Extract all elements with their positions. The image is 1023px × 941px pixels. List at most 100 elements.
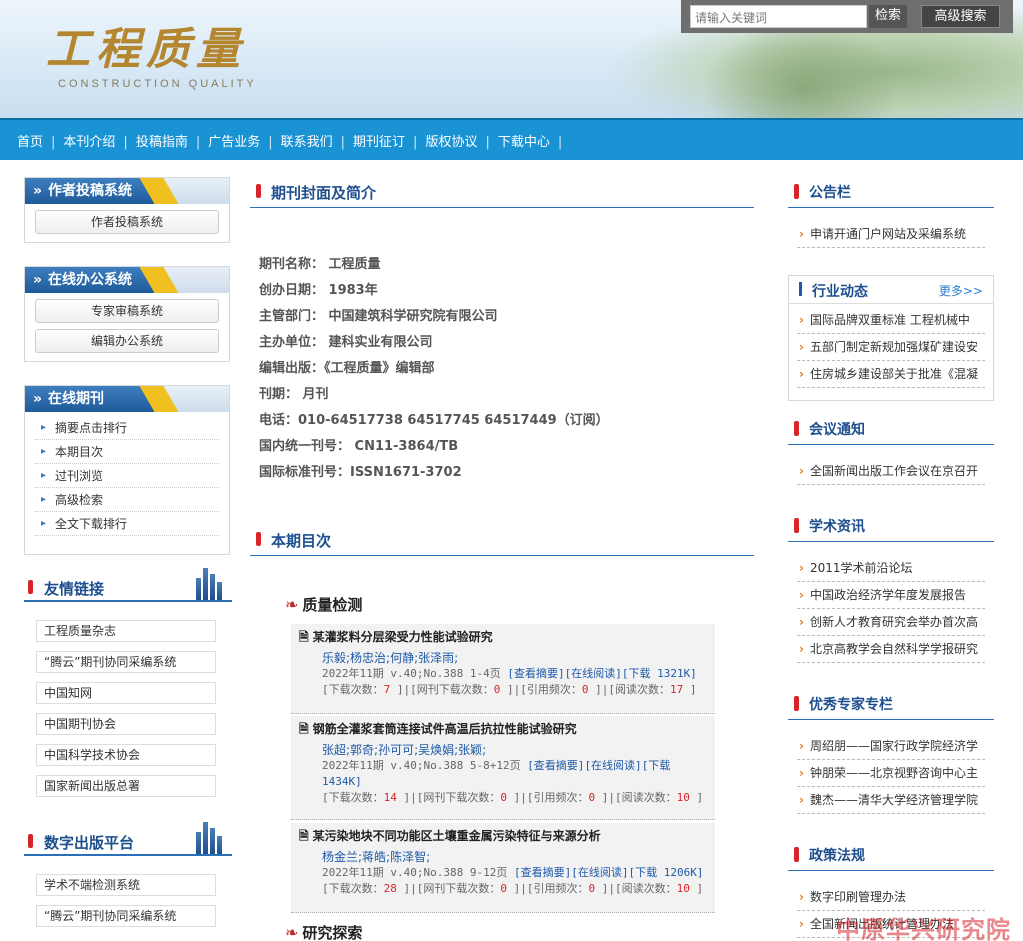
industry-news-item[interactable]: 住房城乡建设部关于批准《混凝 (797, 361, 985, 388)
meeting-item[interactable]: 全国新闻出版工作会议在京召开 (797, 458, 985, 485)
logo-chinese: 工程质量 (46, 24, 246, 75)
article-meta: 2022年11期 v.40;No.388 1-4页 [查看摘要][在线阅读][下… (322, 667, 697, 696)
expert-item[interactable]: 周绍朋——国家行政学院经济学 (797, 733, 985, 760)
link-item[interactable]: 国家新闻出版总署 (36, 775, 216, 797)
main-nav: 首页 | 本刊介绍 | 投稿指南 | 广告业务 | 联系我们 | 期刊征订 | 版权协议 | … (0, 118, 1023, 160)
nav-item-ads[interactable]: 广告业务 | (208, 131, 280, 150)
building-icon (192, 818, 228, 854)
article-title[interactable]: 🗎 某灌浆料分层梁受力性能试验研究 (299, 628, 707, 649)
article-meta: 2022年11期 v.40;No.388 9-12页 [查看摘要][在线阅读][… (322, 866, 704, 895)
read-online-link[interactable]: [在线阅读] (584, 759, 641, 772)
article-authors[interactable]: 张超;郭奇;孙可可;吴焕娟;张颖; (299, 741, 707, 758)
toc-header: 本期目次 (250, 526, 754, 556)
journal-item-download-rank[interactable]: 全文下载排行 (35, 512, 219, 536)
nav-item-subscribe[interactable]: 期刊征订 | (353, 131, 425, 150)
academic-item[interactable]: 创新人才教育研究会举办首次高 (797, 609, 985, 636)
article-title[interactable]: 🗎 某污染地块不同功能区土壤重金属污染特征与来源分析 (299, 827, 707, 848)
industry-news-list: 国际品牌双重标准 工程机械中 五部门制定新规加强煤矿建设安 住房城乡建设部关于批… (797, 307, 985, 388)
info-founded: 创办日期： 1983年 (259, 283, 378, 298)
notice-title: 公告栏 (809, 185, 851, 201)
nav-item-copyright[interactable]: 版权协议 | (425, 131, 497, 150)
info-cn: 国内统一刊号： CN11-3864/TB (259, 439, 459, 454)
link-item[interactable]: “腾云”期刊协同采编系统 (36, 905, 216, 927)
view-abstract-link[interactable]: [查看摘要] (527, 759, 584, 772)
policy-header: 政策法规 (788, 841, 994, 871)
link-item[interactable]: 工程质量杂志 (36, 620, 216, 642)
article-authors[interactable]: 杨金兰;蒋皓;陈泽智; (299, 848, 707, 865)
article-item: 🗎 某污染地块不同功能区土壤重金属污染特征与来源分析 杨金兰;蒋皓;陈泽智; 20… (291, 823, 715, 913)
category-heading: ❧ 研究探索 (285, 923, 363, 941)
online-journal-box: »在线期刊 摘要点击排行 本期目次 过刊浏览 高级检索 全文下载排行 (24, 385, 230, 555)
journal-info: 期刊名称： 工程质量 创办日期： 1983年 主管部门： 中国建筑科学研究院有限… (259, 255, 739, 489)
notice-header: 公告栏 (788, 178, 994, 208)
swirl-icon: ❧ (285, 923, 299, 941)
article-item: 🗎 某灌浆料分层梁受力性能试验研究 乐毅;杨忠治;何静;张泽雨; 2022年11期… (291, 624, 715, 714)
industry-news-item[interactable]: 国际品牌双重标准 工程机械中 (797, 307, 985, 334)
site-logo[interactable]: 工程质量 CONSTRUCTION QUALITY (46, 24, 257, 91)
nav-item-home[interactable]: 首页 | (17, 131, 63, 150)
academic-title: 学术资讯 (809, 519, 865, 535)
friend-links-header: 友情链接 (24, 568, 232, 602)
expert-item[interactable]: 魏杰——清华大学经济管理学院 (797, 787, 985, 814)
advanced-search-button[interactable]: 高级搜索 (921, 5, 1000, 28)
document-icon: 🗎 (299, 722, 309, 736)
academic-item[interactable]: 北京高教学会自然科学学报研究 (797, 636, 985, 663)
friend-links-title: 友情链接 (44, 580, 105, 598)
online-journal-title: » 在线期刊 (25, 386, 229, 412)
link-item[interactable]: 中国知网 (36, 682, 216, 704)
industry-news-item[interactable]: 五部门制定新规加强煤矿建设安 (797, 334, 985, 361)
link-item[interactable]: 中国期刊协会 (36, 713, 216, 735)
view-abstract-link[interactable]: [查看摘要] (507, 667, 564, 680)
academic-item[interactable]: 2011学术前沿论坛 (797, 555, 985, 582)
link-item[interactable]: 中国科学技术协会 (36, 744, 216, 766)
watermark-text: 中原华兴研究院 (836, 916, 1011, 941)
link-item[interactable]: “腾云”期刊协同采编系统 (36, 651, 216, 673)
link-item[interactable]: 学术不端检测系统 (36, 874, 216, 896)
journal-item-advanced-search[interactable]: 高级检索 (35, 488, 219, 512)
journal-item-current-toc[interactable]: 本期目次 (35, 440, 219, 464)
nav-item-guide[interactable]: 投稿指南 | (136, 131, 208, 150)
document-icon: 🗎 (299, 829, 309, 843)
experts-list: 周绍朋——国家行政学院经济学 钟朋荣——北京视野咨询中心主 魏杰——清华大学经济… (797, 733, 985, 814)
policy-item[interactable]: 数字印刷管理办法 (797, 884, 985, 911)
office-system-box: » 在线办公系统 专家审稿系统 编辑办公系统 (24, 266, 230, 362)
experts-title: 优秀专家专栏 (809, 697, 893, 713)
search-button[interactable]: 检索 (869, 5, 907, 28)
journal-item-abstract-rank[interactable]: 摘要点击排行 (35, 416, 219, 440)
read-online-link[interactable]: [在线阅读] (571, 866, 628, 879)
meeting-title: 会议通知 (809, 422, 865, 438)
toc-title: 本期目次 (271, 532, 332, 550)
more-link[interactable]: 更多>> (939, 282, 983, 299)
academic-item[interactable]: 中国政治经济学年度发展报告 (797, 582, 985, 609)
expert-item[interactable]: 钟朋荣——北京视野咨询中心主 (797, 760, 985, 787)
notice-item[interactable]: 申请开通门户网站及采编系统 (797, 221, 985, 248)
cover-intro-title: 期刊封面及简介 (271, 184, 377, 202)
meeting-list: 全国新闻出版工作会议在京召开 (797, 458, 985, 485)
nav-item-download[interactable]: 下载中心 | (498, 131, 570, 150)
article-authors[interactable]: 乐毅;杨忠治;何静;张泽雨; (299, 649, 707, 666)
article-title[interactable]: 🗎 钢筋全灌浆套筒连接试件高温后抗拉性能试验研究 (299, 720, 707, 741)
building-icon (192, 564, 228, 600)
logo-english: CONSTRUCTION QUALITY (58, 78, 257, 90)
industry-news-title: 行业动态 (812, 284, 868, 300)
download-link[interactable]: [下载 1206K] (628, 866, 703, 879)
header-background-trees (703, 20, 903, 118)
experts-header: 优秀专家专栏 (788, 690, 994, 720)
view-abstract-link[interactable]: [查看摘要] (514, 866, 571, 879)
meeting-header: 会议通知 (788, 415, 994, 445)
info-journal-name: 期刊名称： 工程质量 (259, 257, 381, 272)
nav-item-about[interactable]: 本刊介绍 | (63, 131, 135, 150)
journal-item-past-issues[interactable]: 过刊浏览 (35, 464, 219, 488)
download-link[interactable]: [下载 1321K] (622, 667, 697, 680)
expert-review-button[interactable]: 专家审稿系统 (35, 299, 219, 323)
site-header: 工程质量 CONSTRUCTION QUALITY 请输入关键词 检索 高级搜索 (0, 0, 1023, 118)
category-heading: ❧ 质量检测 (285, 595, 363, 614)
info-publisher: 编辑出版：《工程质量》编辑部 (259, 361, 435, 376)
office-system-title: » 在线办公系统 (25, 267, 229, 293)
search-input[interactable]: 请输入关键词 (690, 5, 867, 28)
author-submission-button[interactable]: 作者投稿系统 (35, 210, 219, 234)
editor-office-button[interactable]: 编辑办公系统 (35, 329, 219, 353)
nav-item-contact[interactable]: 联系我们 | (281, 131, 353, 150)
academic-list: 2011学术前沿论坛 中国政治经济学年度发展报告 创新人才教育研究会举办首次高 … (797, 555, 985, 663)
read-online-link[interactable]: [在线阅读] (565, 667, 622, 680)
